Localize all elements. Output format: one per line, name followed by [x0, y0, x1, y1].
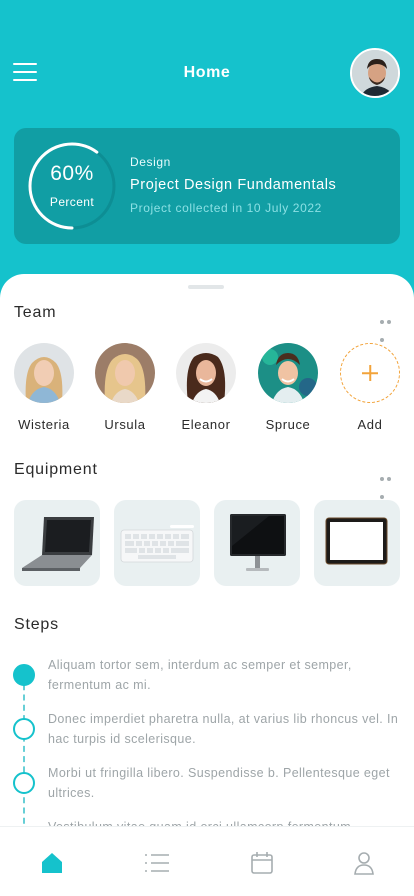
progress-value: 60%	[50, 162, 94, 185]
profile-icon[interactable]	[352, 851, 376, 875]
progress-label: Percent	[49, 195, 95, 209]
project-category: Design	[130, 155, 171, 169]
equipment-item[interactable]	[314, 500, 400, 586]
avatar	[176, 343, 236, 403]
tablet-icon	[325, 517, 388, 565]
progress-ring: 60% Percent	[28, 142, 116, 230]
team-member[interactable]: Spruce	[257, 343, 319, 432]
avatar	[258, 343, 318, 403]
step-text: Morbi ut fringilla libero. Suspendisse b…	[48, 766, 390, 800]
step-marker	[13, 718, 35, 740]
step-text: Aliquam tortor sem, interdum ac semper e…	[48, 658, 352, 692]
avatar	[14, 343, 74, 403]
laptop-icon	[22, 517, 94, 571]
team-member[interactable]: Ursula	[94, 343, 156, 432]
more-horizontal-icon[interactable]	[380, 311, 400, 342]
header: Home 60% Percent Design Project Design F…	[0, 0, 414, 300]
home-icon[interactable]	[40, 851, 64, 875]
content-sheet: Team Wisteria Ursula Eleanor Spruce Add …	[0, 274, 414, 834]
project-card[interactable]: 60% Percent Design Project Design Fundam…	[14, 128, 400, 244]
steps-title: Steps	[14, 616, 59, 633]
list-icon[interactable]	[144, 851, 169, 875]
plus-icon	[340, 343, 400, 403]
team-member[interactable]: Eleanor	[175, 343, 237, 432]
team-title: Team	[14, 304, 57, 321]
project-title: Project Design Fundamentals	[130, 177, 337, 193]
project-info: Design Project Design Fundamentals Proje…	[130, 155, 336, 215]
team-member-name: Spruce	[265, 417, 311, 432]
drag-handle[interactable]	[188, 285, 224, 289]
team-member-name: Eleanor	[181, 417, 231, 432]
steps-timeline	[23, 674, 25, 834]
add-label: Add	[357, 417, 383, 432]
user-avatar[interactable]	[350, 48, 400, 98]
equipment-title: Equipment	[14, 461, 98, 478]
step-marker	[13, 772, 35, 794]
team-member-name: Wisteria	[18, 417, 70, 432]
more-horizontal-icon[interactable]	[380, 468, 400, 499]
monitor-icon	[230, 514, 286, 571]
add-team-member-button[interactable]: Add	[339, 343, 401, 432]
equipment-item[interactable]	[14, 500, 100, 586]
team-member[interactable]: Wisteria	[13, 343, 75, 432]
calendar-icon[interactable]	[250, 851, 274, 875]
team-member-name: Ursula	[104, 417, 146, 432]
avatar	[95, 343, 155, 403]
step-marker-active	[13, 664, 35, 686]
equipment-item[interactable]	[114, 500, 200, 586]
bottom-nav	[0, 826, 414, 896]
equipment-item[interactable]	[214, 500, 300, 586]
project-subtitle: Project collected in 10 July 2022	[130, 201, 322, 215]
step-text: Donec imperdiet pharetra nulla, at variu…	[48, 712, 399, 746]
keyboard-icon	[120, 525, 194, 563]
